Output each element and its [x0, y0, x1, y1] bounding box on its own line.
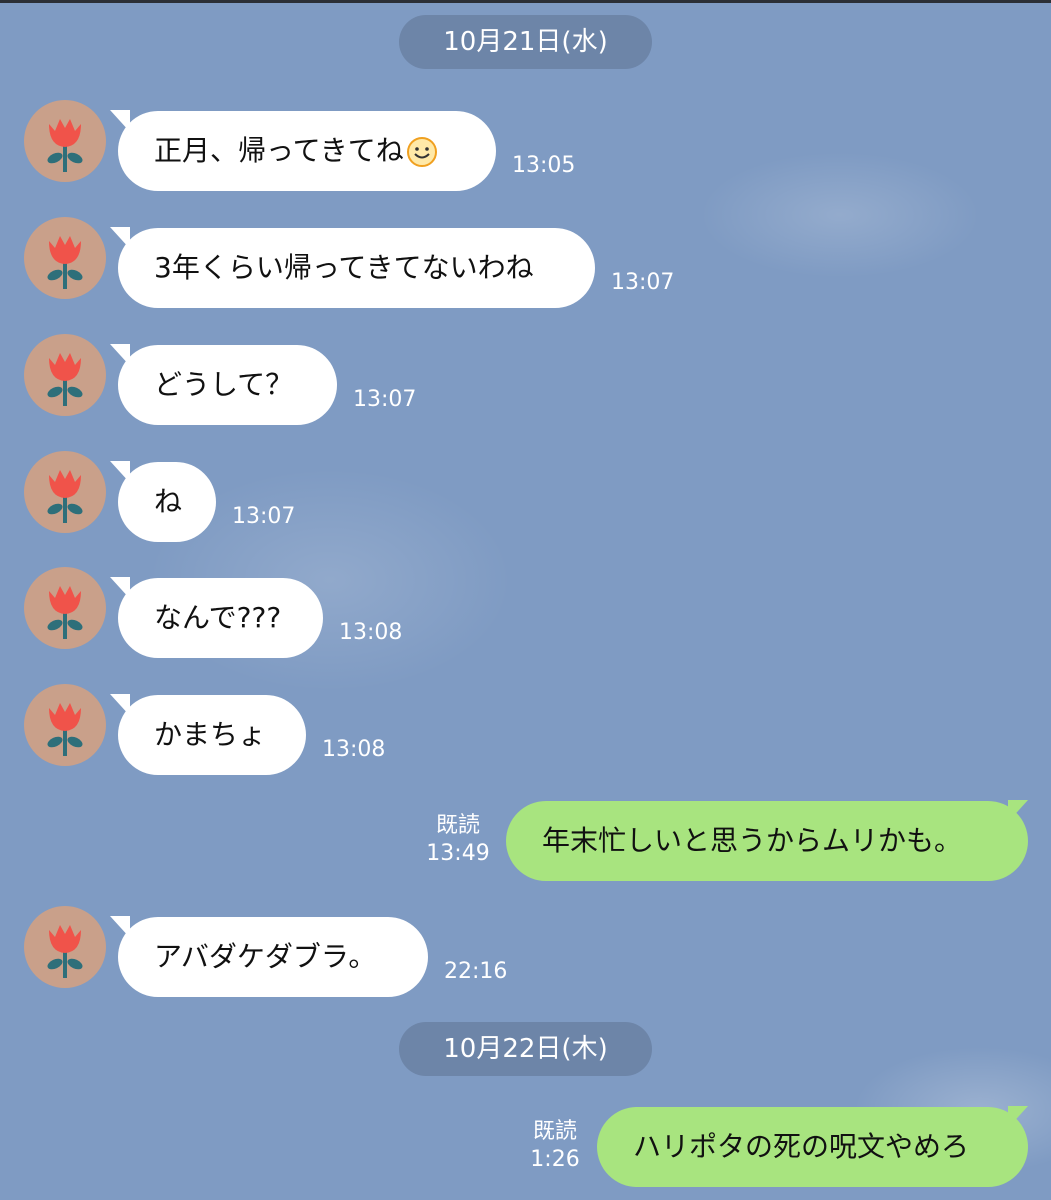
- message-text: 正月、帰ってきてね: [154, 134, 404, 167]
- tulip-avatar-icon[interactable]: [24, 684, 106, 766]
- tulip-avatar-icon[interactable]: [24, 906, 106, 988]
- message-row: 既読 13:49 年末忙しいと思うからムリかも。: [0, 800, 1051, 882]
- message-bubble[interactable]: 正月、帰ってきてね: [118, 111, 496, 191]
- message-text: どうして？: [154, 368, 294, 401]
- message-time: 13:05: [512, 153, 576, 178]
- date-separator: 10月21日(水): [399, 15, 652, 69]
- message-time: 22:16: [444, 959, 508, 984]
- message-time: 13:08: [339, 620, 403, 645]
- message-time: 13:07: [232, 504, 296, 529]
- message-text: アバダケダブラ。: [154, 940, 377, 973]
- read-receipt: 既読 13:49: [425, 812, 491, 868]
- top-edge: [0, 0, 1051, 3]
- message-row: かまちょ 13:08: [0, 684, 1051, 776]
- message-bubble[interactable]: 3年くらい帰ってきてないわね: [118, 228, 595, 308]
- message-time: 13:07: [353, 387, 417, 412]
- message-bubble[interactable]: ね: [118, 462, 216, 542]
- message-row: 既読 1:26 ハリポタの死の呪文やめろ: [0, 1106, 1051, 1188]
- tulip-avatar-icon[interactable]: [24, 567, 106, 649]
- date-separator: 10月22日(木): [399, 1022, 652, 1076]
- message-row: なんで??? 13:08: [0, 567, 1051, 659]
- message-text: かまちょ: [154, 718, 267, 751]
- tulip-avatar-icon[interactable]: [24, 334, 106, 416]
- message-text: 年末忙しいと思うからムリかも。: [542, 824, 963, 857]
- message-text: ハリポタの死の呪文やめろ: [633, 1130, 970, 1163]
- message-text: ね: [154, 485, 183, 518]
- message-row: どうして？ 13:07: [0, 334, 1051, 426]
- bubble-tail: [1008, 1106, 1028, 1128]
- message-bubble[interactable]: アバダケダブラ。: [118, 917, 428, 997]
- read-label: 既読: [532, 1119, 577, 1144]
- tulip-avatar-icon[interactable]: [24, 217, 106, 299]
- read-label: 既読: [435, 813, 480, 838]
- bubble-tail: [1008, 800, 1028, 822]
- tulip-avatar-icon[interactable]: [24, 451, 106, 533]
- read-receipt: 既読 1:26: [522, 1118, 588, 1174]
- tulip-avatar-icon[interactable]: [24, 100, 106, 182]
- message-bubble[interactable]: ハリポタの死の呪文やめろ: [597, 1107, 1028, 1187]
- message-row: アバダケダブラ。 22:16: [0, 906, 1051, 998]
- message-bubble[interactable]: 年末忙しいと思うからムリかも。: [506, 801, 1028, 881]
- message-text: 3年くらい帰ってきてないわね: [154, 251, 534, 284]
- message-time: 1:26: [530, 1147, 580, 1172]
- message-time: 13:08: [322, 737, 386, 762]
- message-bubble[interactable]: どうして？: [118, 345, 337, 425]
- message-time: 13:07: [611, 270, 675, 295]
- message-time: 13:49: [426, 841, 490, 866]
- message-text: なんで???: [154, 601, 282, 634]
- message-bubble[interactable]: なんで???: [118, 578, 323, 658]
- message-row: ね 13:07: [0, 451, 1051, 543]
- smile-emoji-icon: [406, 137, 437, 167]
- message-row: 3年くらい帰ってきてないわね 13:07: [0, 217, 1051, 309]
- message-row: 正月、帰ってきてね 13:05: [0, 100, 1051, 192]
- message-bubble[interactable]: かまちょ: [118, 695, 306, 775]
